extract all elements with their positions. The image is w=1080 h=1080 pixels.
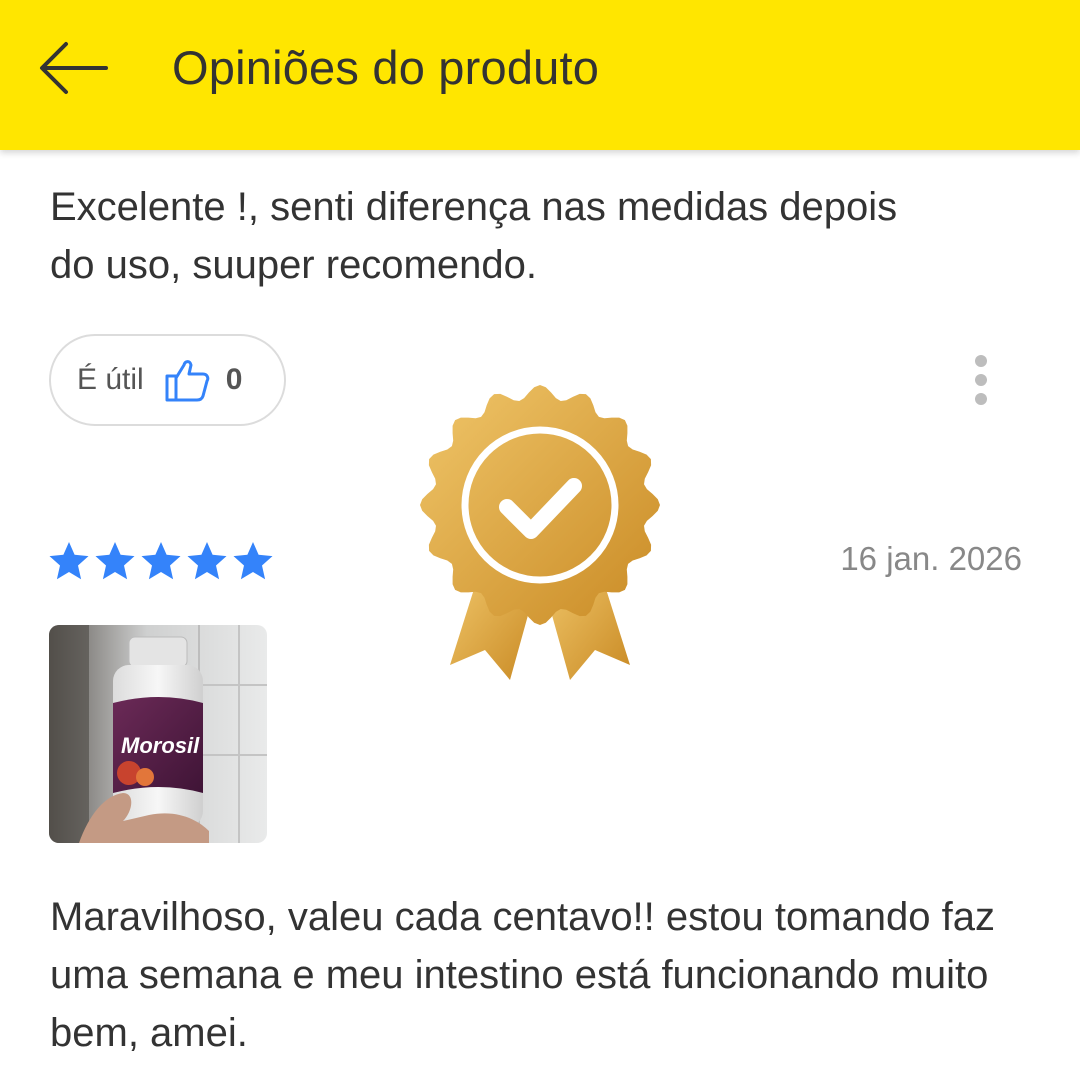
more-vertical-icon-dot: [975, 393, 987, 405]
thumbs-up-icon: [165, 360, 209, 402]
useful-label: É útil: [77, 363, 144, 396]
review-date: 16 jan. 2026: [840, 540, 1022, 577]
product-label: Morosil: [121, 733, 200, 758]
verified-badge: [410, 380, 670, 700]
more-options-button[interactable]: [966, 350, 996, 414]
page-title: Opiniões do produto: [172, 41, 600, 94]
useful-count: 0: [225, 363, 243, 396]
star-icon: [141, 542, 181, 580]
useful-button[interactable]: É útil 0: [49, 334, 286, 426]
arrow-left-icon: [40, 42, 108, 94]
review-text: Excelente !, senti diferença nas medidas…: [50, 185, 898, 287]
review-text: Maravilhoso, valeu cada centavo!! estou …: [50, 895, 995, 1055]
star-rating: [48, 540, 278, 582]
back-button[interactable]: [36, 38, 110, 98]
more-vertical-icon-dot: [975, 355, 987, 367]
star-icon: [187, 542, 227, 580]
star-icon: [49, 542, 89, 580]
app-bar: Opiniões do produto: [0, 0, 1080, 150]
star-icon: [233, 542, 273, 580]
product-photo-image: Morosil: [49, 625, 267, 843]
more-vertical-icon-dot: [975, 374, 987, 386]
star-icon: [95, 542, 135, 580]
review-photo[interactable]: Morosil: [49, 625, 267, 843]
verified-badge-icon: [420, 385, 660, 680]
